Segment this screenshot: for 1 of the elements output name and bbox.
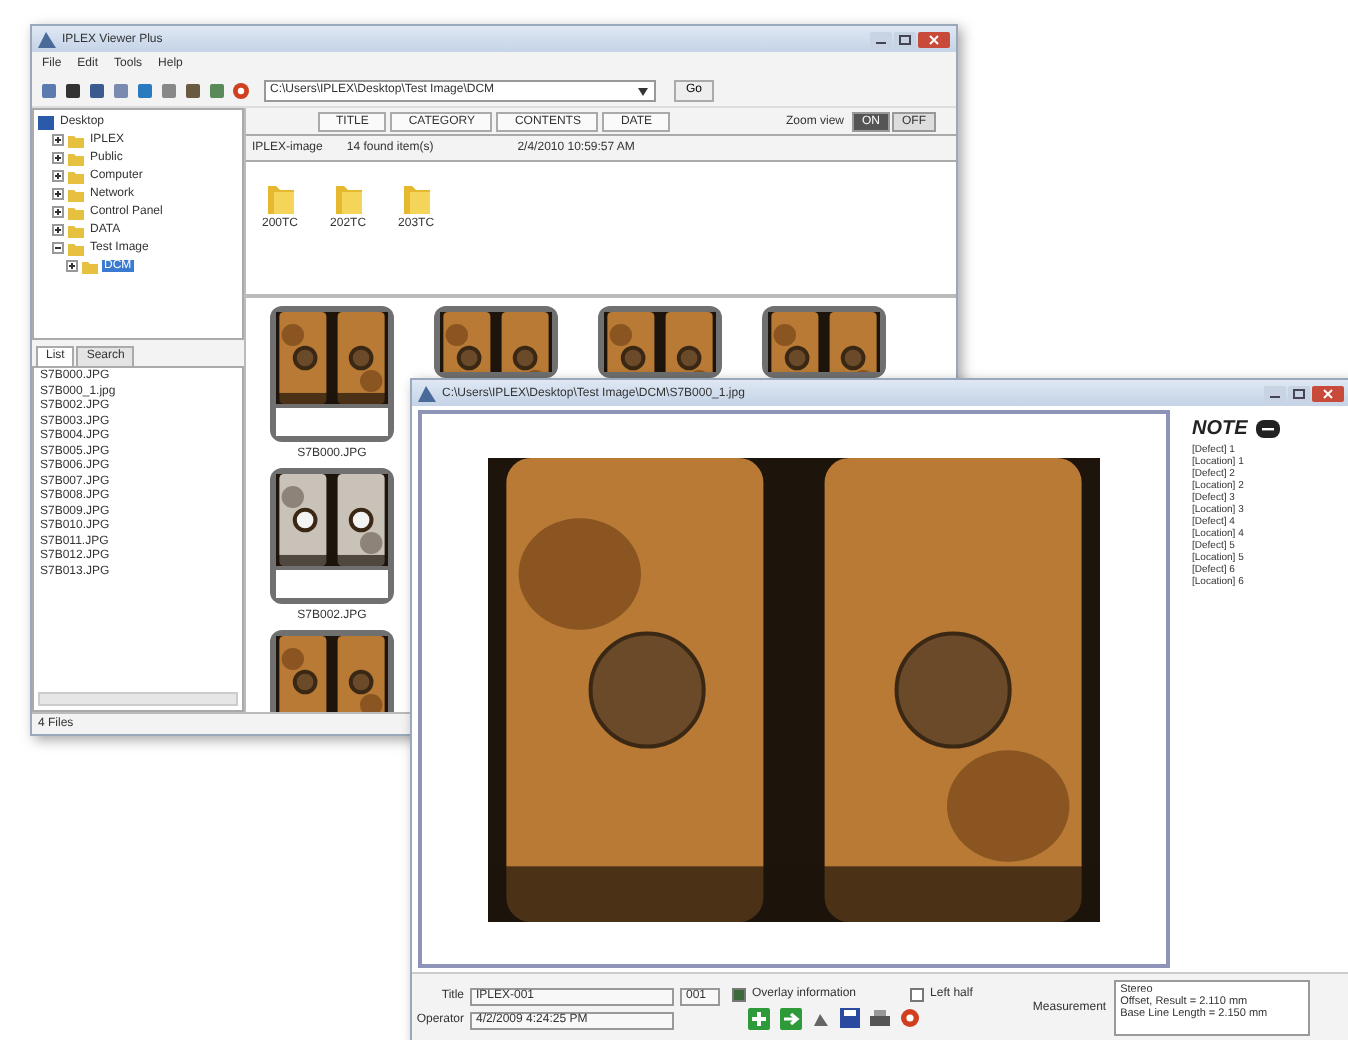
note-heading: NOTE xyxy=(1192,418,1248,440)
